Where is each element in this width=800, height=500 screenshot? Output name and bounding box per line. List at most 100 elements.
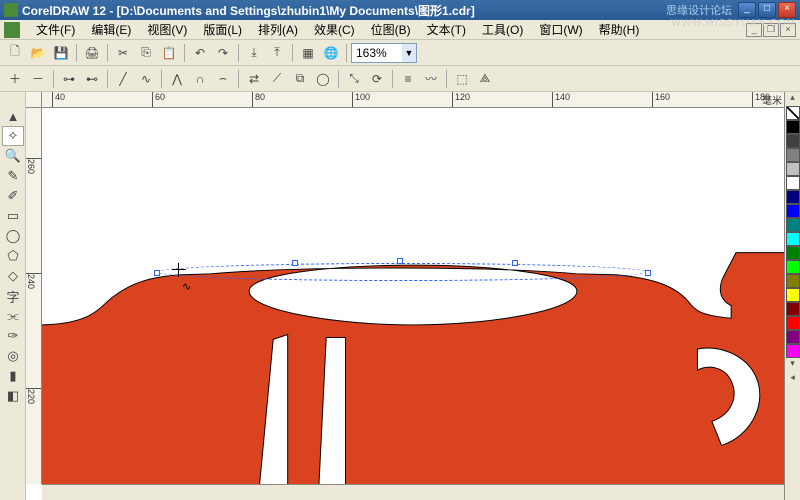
rectangle-tool-icon[interactable]: ▭: [2, 206, 24, 226]
color-swatch[interactable]: [786, 246, 800, 260]
mdi-minimize-button[interactable]: _: [746, 23, 762, 37]
no-fill-swatch[interactable]: [786, 106, 800, 120]
node-handle[interactable]: [397, 258, 403, 264]
menu-bitmap[interactable]: 位图(B): [363, 19, 419, 40]
cut-icon[interactable]: ✂: [112, 42, 134, 64]
zoom-tool-icon[interactable]: 🔍: [2, 146, 24, 166]
maximize-button[interactable]: □: [758, 2, 776, 18]
color-swatch[interactable]: [786, 176, 800, 190]
align-nodes-icon[interactable]: ≡: [397, 68, 419, 90]
break-nodes-icon[interactable]: ⊷: [81, 68, 103, 90]
trophy-shape: [42, 253, 784, 484]
corel-online-icon[interactable]: 🌐: [320, 42, 342, 64]
color-swatch[interactable]: [786, 274, 800, 288]
extend-curve-icon[interactable]: ⟋: [266, 68, 288, 90]
print-icon[interactable]: 🖨: [81, 42, 103, 64]
vertical-ruler[interactable]: 260 240 220: [26, 108, 42, 484]
rotate-nodes-icon[interactable]: ⟳: [366, 68, 388, 90]
drawing-canvas[interactable]: ∿: [42, 108, 784, 484]
menu-help[interactable]: 帮助(H): [591, 19, 648, 40]
menu-file[interactable]: 文件(F): [28, 19, 83, 40]
color-swatch[interactable]: [786, 344, 800, 358]
close-button[interactable]: ×: [778, 2, 796, 18]
copy-icon[interactable]: ⎘: [135, 42, 157, 64]
ruler-origin[interactable]: [26, 92, 42, 108]
horizontal-scrollbar[interactable]: [42, 484, 784, 500]
mdi-close-button[interactable]: ×: [780, 23, 796, 37]
menu-effects[interactable]: 效果(C): [306, 19, 363, 40]
h-tick: 120: [452, 92, 470, 108]
menu-layout[interactable]: 版面(L): [195, 19, 250, 40]
save-icon[interactable]: 💾: [50, 42, 72, 64]
color-swatch[interactable]: [786, 120, 800, 134]
color-swatch[interactable]: [786, 330, 800, 344]
extract-subpath-icon[interactable]: ⧉: [289, 68, 311, 90]
color-swatch[interactable]: [786, 204, 800, 218]
to-curve-icon[interactable]: ∿: [135, 68, 157, 90]
interactive-blend-tool-icon[interactable]: ⫘: [2, 306, 24, 326]
color-swatch[interactable]: [786, 148, 800, 162]
color-swatch[interactable]: [786, 162, 800, 176]
node-handle[interactable]: [292, 260, 298, 266]
export-icon[interactable]: ⤒: [266, 42, 288, 64]
palette-up-icon[interactable]: ▴: [785, 92, 800, 106]
menu-text[interactable]: 文本(T): [419, 19, 474, 40]
color-swatch[interactable]: [786, 288, 800, 302]
elastic-mode-icon[interactable]: 〰: [420, 68, 442, 90]
menu-window[interactable]: 窗口(W): [531, 19, 590, 40]
redo-icon[interactable]: ↷: [212, 42, 234, 64]
to-line-icon[interactable]: ╱: [112, 68, 134, 90]
new-icon[interactable]: 🗋: [4, 42, 26, 64]
color-swatch[interactable]: [786, 260, 800, 274]
zoom-input[interactable]: [352, 44, 402, 62]
cusp-node-icon[interactable]: ⋀: [166, 68, 188, 90]
outline-tool-icon[interactable]: ◎: [2, 346, 24, 366]
basic-shapes-tool-icon[interactable]: ◇: [2, 266, 24, 286]
menu-view[interactable]: 视图(V): [139, 19, 195, 40]
join-nodes-icon[interactable]: ⊶: [58, 68, 80, 90]
color-swatch[interactable]: [786, 302, 800, 316]
pick-tool-icon[interactable]: ▲: [2, 106, 24, 126]
palette-flyout-icon[interactable]: ◂: [785, 372, 800, 386]
ellipse-tool-icon[interactable]: ◯: [2, 226, 24, 246]
menu-tools[interactable]: 工具(O): [474, 19, 531, 40]
import-icon[interactable]: ⤓: [243, 42, 265, 64]
menu-edit[interactable]: 编辑(E): [83, 19, 139, 40]
node-handle[interactable]: [154, 270, 160, 276]
zoom-combo[interactable]: ▼: [351, 43, 417, 63]
delete-node-icon[interactable]: －: [27, 68, 49, 90]
reverse-path-icon[interactable]: ⇄: [243, 68, 265, 90]
minimize-button[interactable]: _: [738, 2, 756, 18]
select-all-nodes-icon[interactable]: ⬚: [451, 68, 473, 90]
color-swatch[interactable]: [786, 218, 800, 232]
eyedropper-tool-icon[interactable]: ✑: [2, 326, 24, 346]
shape-tool-icon[interactable]: ✧: [2, 126, 24, 146]
symmetric-node-icon[interactable]: ⌢: [212, 68, 234, 90]
undo-icon[interactable]: ↶: [189, 42, 211, 64]
freehand-tool-icon[interactable]: ✎: [2, 166, 24, 186]
smart-drawing-tool-icon[interactable]: ✐: [2, 186, 24, 206]
open-icon[interactable]: 📂: [27, 42, 49, 64]
node-handle[interactable]: [645, 270, 651, 276]
app-launcher-icon[interactable]: ▦: [297, 42, 319, 64]
horizontal-ruler[interactable]: 毫米 40 60 80 100 120 140 160 180: [42, 92, 784, 108]
reduce-nodes-icon[interactable]: ⟁: [474, 68, 496, 90]
stretch-nodes-icon[interactable]: ⤡: [343, 68, 365, 90]
menu-arrange[interactable]: 排列(A): [250, 19, 306, 40]
polygon-tool-icon[interactable]: ⬠: [2, 246, 24, 266]
add-node-icon[interactable]: ＋: [4, 68, 26, 90]
fill-tool-icon[interactable]: ▮: [2, 366, 24, 386]
interactive-fill-tool-icon[interactable]: ◧: [2, 386, 24, 406]
color-swatch[interactable]: [786, 316, 800, 330]
node-handle[interactable]: [512, 260, 518, 266]
color-swatch[interactable]: [786, 134, 800, 148]
text-tool-icon[interactable]: 字: [2, 286, 24, 306]
auto-close-icon[interactable]: ◯: [312, 68, 334, 90]
palette-down-icon[interactable]: ▾: [785, 358, 800, 372]
smooth-node-icon[interactable]: ∩: [189, 68, 211, 90]
zoom-dropdown-icon[interactable]: ▼: [402, 44, 416, 62]
paste-icon[interactable]: 📋: [158, 42, 180, 64]
mdi-restore-button[interactable]: ❐: [763, 23, 779, 37]
color-swatch[interactable]: [786, 190, 800, 204]
color-swatch[interactable]: [786, 232, 800, 246]
